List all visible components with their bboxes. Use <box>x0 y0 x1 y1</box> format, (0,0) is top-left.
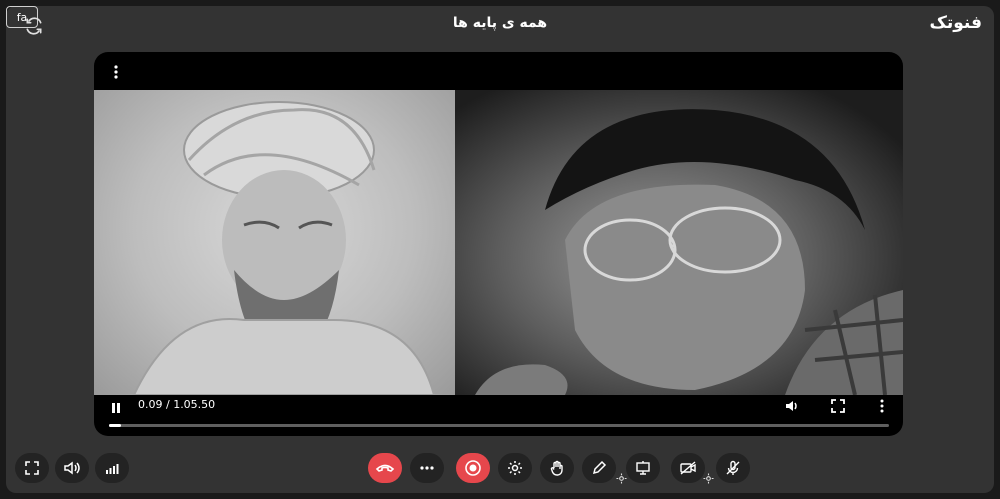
pause-button[interactable] <box>109 400 123 414</box>
raise-hand-button[interactable] <box>540 453 574 483</box>
speaker-button[interactable] <box>55 453 89 483</box>
player-more-button[interactable] <box>874 398 890 414</box>
record-button[interactable] <box>456 453 490 483</box>
fullscreen-button[interactable] <box>830 398 846 414</box>
video-left-portrait <box>94 90 455 395</box>
draw-button[interactable] <box>582 453 616 483</box>
video-right-portrait <box>455 90 903 395</box>
portrait-drawing <box>132 101 436 395</box>
more-dots-icon <box>420 466 434 470</box>
video-frame[interactable] <box>94 90 903 395</box>
kebab-icon <box>880 399 884 413</box>
signal-icon <box>106 464 119 474</box>
presentation-icon <box>636 461 650 475</box>
more-options-button[interactable] <box>410 453 444 483</box>
settings-button[interactable] <box>498 453 532 483</box>
pencil-icon <box>592 460 607 475</box>
app-window: fa همه ی پایه ها فنوتک 0.09 / 1.05.50 <box>6 6 994 493</box>
fullscreen-toggle-button[interactable] <box>15 453 49 483</box>
time-display: 0.09 / 1.05.50 <box>138 398 216 411</box>
portrait-photo <box>475 109 903 395</box>
gear-icon <box>508 461 522 475</box>
kebab-icon <box>114 65 118 79</box>
screen-share-button[interactable] <box>626 453 660 483</box>
volume-button[interactable] <box>784 398 800 414</box>
top-bar: fa همه ی پایه ها فنوتک <box>6 6 994 46</box>
camera-off-icon <box>680 461 696 475</box>
mic-off-icon <box>726 460 740 475</box>
microphone-button[interactable] <box>716 453 750 483</box>
progress-fill <box>109 424 121 427</box>
hand-icon <box>550 460 563 476</box>
record-icon <box>465 460 481 476</box>
page-title: همه ی پایه ها <box>452 15 548 31</box>
draw-settings-gear-icon[interactable] <box>616 473 627 484</box>
volume-icon <box>786 401 797 411</box>
speaker-icon <box>64 461 80 475</box>
progress-bar[interactable] <box>109 424 889 427</box>
fullscreen-icon <box>831 399 845 413</box>
brand-logo: فنوتک <box>929 13 982 33</box>
camera-settings-gear-icon[interactable] <box>703 473 714 484</box>
camera-button[interactable] <box>671 453 705 483</box>
video-controls: 0.09 / 1.05.50 <box>94 392 903 436</box>
fullscreen-icon <box>25 461 39 475</box>
player-menu-button[interactable] <box>108 62 124 82</box>
signal-button[interactable] <box>95 453 129 483</box>
hangup-icon <box>375 464 395 472</box>
call-toolbar <box>6 453 994 487</box>
end-call-button[interactable] <box>368 453 402 483</box>
pause-icon <box>112 403 120 413</box>
video-player[interactable]: 0.09 / 1.05.50 <box>94 52 903 436</box>
